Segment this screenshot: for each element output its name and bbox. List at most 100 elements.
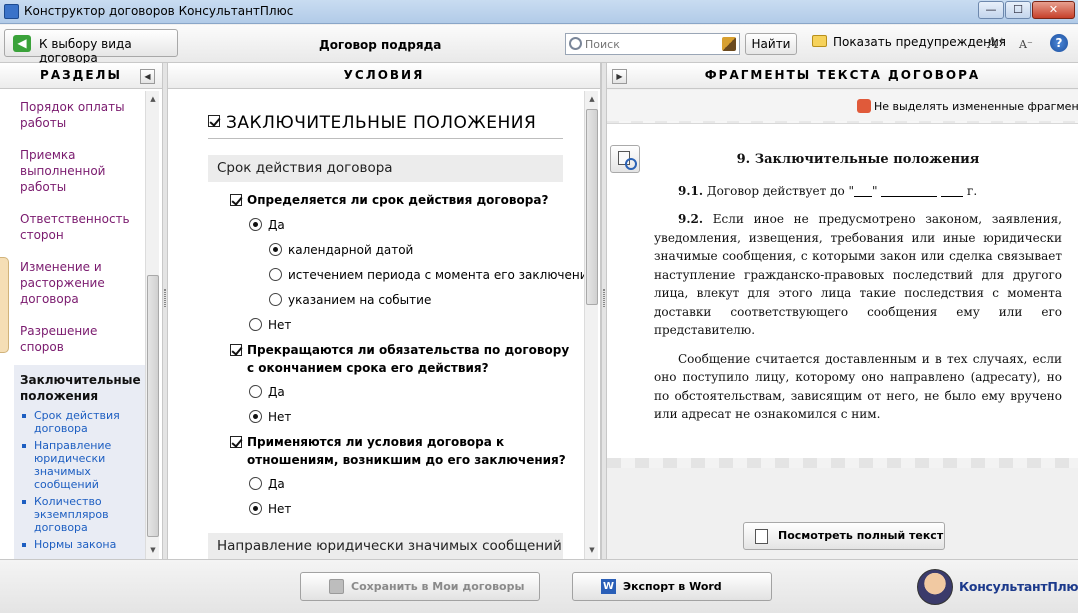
option-label: Да: [268, 218, 285, 232]
minimize-button[interactable]: —: [978, 1, 1004, 19]
collapse-sections-button[interactable]: ◀: [140, 69, 155, 84]
section-item-final-provisions[interactable]: Заключительные положения Срок действия д…: [14, 365, 145, 559]
subsection-law[interactable]: Нормы закона: [22, 538, 142, 551]
radio-icon[interactable]: [269, 268, 282, 281]
radio-icon[interactable]: [249, 318, 262, 331]
radio-icon[interactable]: [249, 218, 262, 231]
radio-icon[interactable]: [249, 385, 262, 398]
export-label: Экспорт в Word: [623, 580, 722, 593]
section-heading-text: ЗАКЛЮЧИТЕЛЬНЫЕ ПОЛОЖЕНИЯ: [226, 113, 537, 133]
scroll-up-icon[interactable]: ▲: [587, 94, 597, 104]
no-highlight-toggle[interactable]: Не выделять измененные фрагменты: [857, 99, 1078, 113]
app-icon: [4, 4, 19, 19]
find-button[interactable]: Найти: [745, 33, 797, 55]
sections-panel: РАЗДЕЛЫ ◀ Порядок оплаты работы Приемка …: [0, 63, 163, 559]
radio-icon[interactable]: [249, 502, 262, 515]
section-item-disputes[interactable]: Разрешение споров: [20, 323, 138, 355]
subsection-term[interactable]: Срок действия договора: [22, 409, 142, 435]
title-bar: Конструктор договоров КонсультантПлюс — …: [0, 0, 1078, 24]
question-text: Применяются ли условия договора к отноше…: [247, 435, 566, 467]
option-calendar-date[interactable]: календарной датой: [269, 242, 413, 258]
window-title: Конструктор договоров КонсультантПлюс: [24, 4, 294, 18]
clause-text: Договор действует до ": [706, 183, 855, 198]
option-term-yes[interactable]: Да: [249, 217, 285, 233]
fragments-panel: ▶ ФРАГМЕНТЫ ТЕКСТА ДОГОВОРА Не выделять …: [607, 63, 1078, 559]
question-term-defined[interactable]: Определяется ли срок действия договора?: [230, 191, 570, 209]
contract-section-heading: 9. Заключительные положения: [736, 152, 980, 167]
option-label: Нет: [268, 410, 292, 424]
section-item-liability[interactable]: Ответственность сторон: [20, 211, 138, 243]
clear-search-icon[interactable]: [722, 37, 736, 51]
fragments-options-row: Не выделять измененные фрагменты: [607, 90, 1078, 121]
section-item-acceptance[interactable]: Приемка выполненной работы: [20, 147, 138, 195]
active-section-label: Заключительные положения: [20, 373, 141, 403]
document-title: Договор подряда: [319, 38, 442, 52]
highlight-off-icon: [857, 99, 871, 113]
subsection-copies[interactable]: Количество экземпляров договора: [22, 495, 142, 534]
option-period[interactable]: истечением периода с момента его заключе…: [269, 267, 584, 283]
view-full-text-button[interactable]: Посмотреть полный текст: [743, 522, 945, 550]
option-label: календарной датой: [288, 243, 414, 257]
radio-icon[interactable]: [249, 410, 262, 423]
fragments-panel-header: ▶ ФРАГМЕНТЫ ТЕКСТА ДОГОВОРА: [607, 63, 1078, 89]
splitter-grip-icon: [603, 289, 605, 307]
professor-logo-icon: [917, 569, 953, 605]
section-item-payment[interactable]: Порядок оплаты работы: [20, 99, 138, 131]
document-icon: [755, 529, 768, 544]
question-checkbox[interactable]: [230, 344, 242, 356]
show-warnings-button[interactable]: Показать предупреждения: [812, 35, 1006, 49]
option-label: указанием на событие: [288, 293, 432, 307]
splitter-grip-icon: [164, 289, 166, 307]
radio-icon[interactable]: [269, 243, 282, 256]
expand-fragments-button[interactable]: ▶: [612, 69, 627, 84]
scroll-down-icon[interactable]: ▼: [148, 545, 158, 555]
font-increase-icon[interactable]: A⁺: [987, 34, 1006, 52]
save-label: Сохранить в Мои договоры: [351, 580, 525, 593]
scroll-down-icon[interactable]: ▼: [587, 545, 597, 555]
option-term-no[interactable]: Нет: [249, 317, 291, 333]
option-event[interactable]: указанием на событие: [269, 292, 431, 308]
scroll-thumb[interactable]: [586, 109, 598, 305]
radio-icon[interactable]: [269, 293, 282, 306]
magnify-document-icon[interactable]: [610, 145, 640, 173]
scroll-up-icon[interactable]: ▲: [148, 94, 158, 104]
back-arrow-icon: ◀: [13, 35, 31, 52]
save-to-my-contracts-button[interactable]: Сохранить в Мои договоры: [300, 572, 540, 601]
group-notices: Направление юридически значимых сообщени…: [208, 533, 563, 559]
quote-mark: ": [872, 183, 878, 198]
question-checkbox[interactable]: [230, 194, 242, 206]
option-retroactive-yes[interactable]: Да: [249, 476, 285, 492]
section-item-amendment[interactable]: Изменение и расторжение договора: [20, 259, 138, 307]
scroll-thumb[interactable]: [147, 275, 159, 537]
sections-panel-title: РАЗДЕЛЫ: [40, 68, 122, 82]
option-obligations-no[interactable]: Нет: [249, 409, 291, 425]
search-box[interactable]: [565, 33, 740, 55]
option-label: Да: [268, 385, 285, 399]
year-suffix: г.: [967, 183, 978, 198]
back-to-contract-types-button[interactable]: ◀ К выбору вида договора: [4, 29, 178, 65]
section-heading-checkbox[interactable]: [208, 115, 220, 127]
close-button[interactable]: ✕: [1032, 1, 1075, 19]
fragments-panel-title: ФРАГМЕНТЫ ТЕКСТА ДОГОВОРА: [704, 68, 981, 82]
font-decrease-icon[interactable]: A⁻: [1019, 38, 1033, 51]
maximize-button[interactable]: ☐: [1005, 1, 1031, 19]
sections-scrollbar[interactable]: ▲ ▼: [145, 91, 159, 559]
subsection-notices[interactable]: Направление юридически значимых сообщени…: [22, 439, 142, 491]
view-full-text-label: Посмотреть полный текст: [778, 529, 944, 542]
conditions-scrollbar[interactable]: ▲ ▼: [584, 91, 598, 559]
option-retroactive-no[interactable]: Нет: [249, 501, 291, 517]
clause-number: 9.1.: [678, 183, 704, 198]
conditions-content: ЗАКЛЮЧИТЕЛЬНЫЕ ПОЛОЖЕНИЯ Срок действия д…: [168, 91, 584, 559]
question-retroactive[interactable]: Применяются ли условия договора к отноше…: [230, 433, 570, 469]
clause-9-1: 9.1. Договор действует до " " г.: [654, 182, 1062, 201]
option-obligations-yes[interactable]: Да: [249, 384, 285, 400]
search-input[interactable]: [585, 36, 719, 52]
clause-number: 9.2.: [678, 212, 704, 226]
question-obligations-end[interactable]: Прекращаются ли обязательства по договор…: [230, 341, 570, 377]
sections-list: Порядок оплаты работы Приемка выполненно…: [0, 91, 145, 559]
question-checkbox[interactable]: [230, 436, 242, 448]
export-to-word-button[interactable]: W Экспорт в Word: [572, 572, 772, 601]
radio-icon[interactable]: [249, 477, 262, 490]
clause-9-2-continued: Сообщение считается доставленным и в тех…: [654, 351, 1062, 422]
help-icon[interactable]: ?: [1050, 34, 1068, 52]
